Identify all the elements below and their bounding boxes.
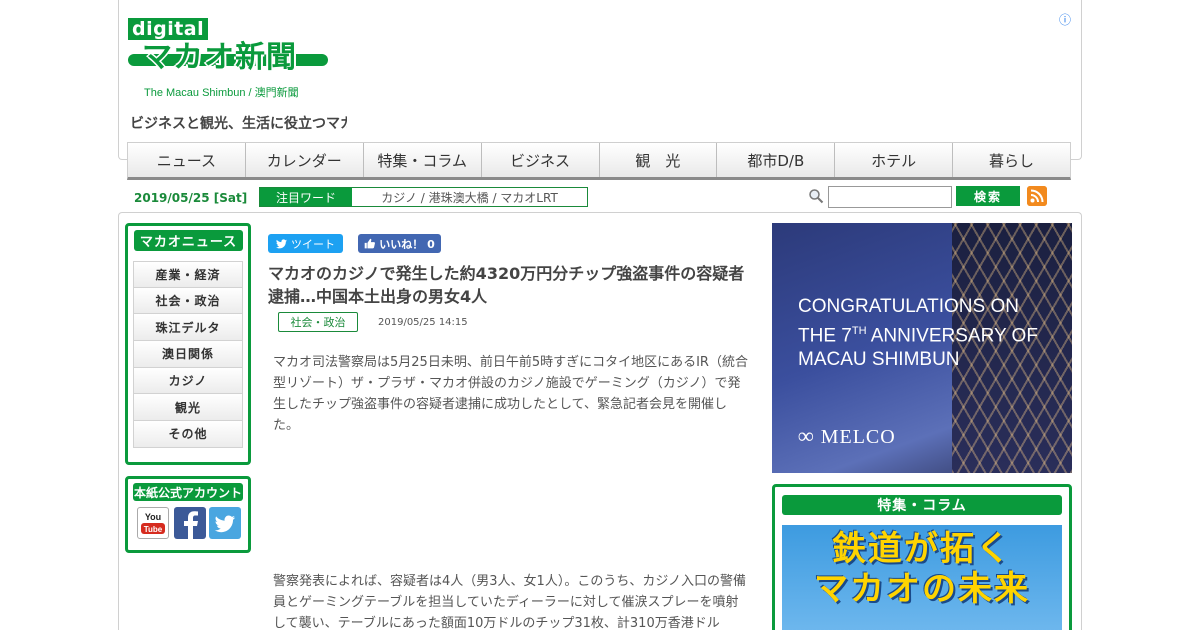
hot-words-links[interactable]: カジノ / 港珠澳大橋 / マカオLRT	[352, 188, 587, 206]
banner-line-2: THE 7TH ANNIVERSARY OF	[798, 325, 1038, 347]
category-industry-economy[interactable]: 産業・経済	[133, 261, 243, 288]
logo-digital-text: digital	[128, 18, 209, 40]
nav-item-tourism[interactable]: 観 光	[599, 143, 718, 177]
hot-words-bar: 注目ワード カジノ / 港珠澳大橋 / マカオLRT	[259, 187, 588, 207]
thumbs-up-icon	[364, 238, 376, 249]
nav-item-calendar[interactable]: カレンダー	[245, 143, 364, 177]
melco-mark-icon: ∞	[798, 423, 815, 448]
article-headline: マカオのカジノで発生した約4320万円分チップ強盗事件の容疑者逮捕…中国本土出身…	[268, 264, 745, 306]
hot-words-label: 注目ワード	[260, 188, 352, 206]
article-paragraph-2: 警察発表によれば、容疑者は4人（男3人、女1人）。このうち、カジノ入口の警備員と…	[273, 574, 747, 630]
svg-text:You: You	[145, 512, 161, 522]
svg-text:Tube: Tube	[144, 525, 163, 534]
rss-icon[interactable]	[1027, 186, 1047, 206]
like-button[interactable]: いいね！ 0	[358, 234, 441, 253]
logo-subtitle: The Macau Shimbun / 澳門新聞	[144, 87, 299, 99]
site-tagline: ビジネスと観光、生活に役立つマカ	[130, 116, 347, 132]
article-timestamp: 2019/05/25 14:15	[378, 317, 468, 328]
article-category-tag[interactable]: 社会・政治	[278, 312, 358, 332]
banner-line-3: MACAU SHIMBUN	[798, 349, 960, 371]
tweet-label: ツイート	[291, 237, 335, 251]
twitter-icon[interactable]	[209, 507, 241, 539]
article-paragraph-1: マカオ司法警察局は5月25日未明、前日午前5時すぎにコタイ地区にあるIR（統合型…	[273, 355, 748, 433]
site-logo[interactable]: digital マカオ新聞 The Macau Shimbun / 澳門新聞	[128, 18, 348, 100]
logo-main: マカオ新聞	[128, 40, 328, 76]
nav-item-news[interactable]: ニュース	[128, 143, 246, 177]
category-society-politics[interactable]: 社会・政治	[133, 287, 243, 315]
category-casino[interactable]: カジノ	[133, 367, 243, 395]
logo-title: マカオ新聞	[142, 40, 297, 75]
banner-text: CONGRATULATIONS ON THE 7TH ANNIVERSARY O…	[798, 295, 1038, 372]
news-category-title: マカオニュース	[134, 230, 243, 251]
official-accounts-title: 本紙公式アカウント	[133, 483, 243, 501]
page: digital マカオ新聞 The Macau Shimbun / 澳門新聞 ビ…	[0, 0, 1200, 630]
banner-line-1: CONGRATULATIONS ON	[798, 296, 1019, 317]
current-date: 2019/05/25 [Sat]	[134, 191, 248, 205]
feature-column-title: 特集・コラム	[782, 495, 1062, 515]
twitter-bird-icon	[276, 238, 287, 248]
category-macau-japan[interactable]: 澳日関係	[133, 341, 243, 368]
search-button[interactable]: 検索	[956, 186, 1020, 206]
feature-banner-line-1: 鉄道が拓く	[832, 529, 1012, 569]
tweet-button[interactable]: ツイート	[268, 234, 343, 253]
search-icon	[809, 189, 824, 204]
feature-banner-line-2: マカオの未来	[814, 569, 1030, 609]
main-nav: ニュース カレンダー 特集・コラム ビジネス 観 光 都市D/B ホテル 暮らし	[127, 142, 1071, 180]
category-other[interactable]: その他	[133, 421, 243, 448]
news-category-menu: 産業・経済 社会・政治 珠江デルタ 澳日関係 カジノ 観光 その他	[133, 261, 243, 448]
category-pearl-river-delta[interactable]: 珠江デルタ	[133, 314, 243, 342]
facebook-icon[interactable]	[174, 507, 206, 539]
nav-item-hotel[interactable]: ホテル	[835, 143, 954, 177]
like-label: いいね！ 0	[379, 237, 435, 251]
search-input[interactable]	[828, 186, 952, 208]
melco-logo: ∞ MELCO	[798, 423, 896, 448]
youtube-icon[interactable]: You Tube	[137, 507, 169, 539]
nav-item-city-db[interactable]: 都市D/B	[717, 143, 836, 177]
nav-item-living[interactable]: 暮らし	[953, 143, 1070, 177]
nav-item-business[interactable]: ビジネス	[481, 143, 600, 177]
nav-item-features[interactable]: 特集・コラム	[363, 143, 482, 177]
category-tourism[interactable]: 観光	[133, 394, 243, 422]
feature-railway-banner[interactable]: 鉄道が拓く マカオの未来	[782, 525, 1062, 630]
ad-info-icon[interactable]: ⓘ	[1059, 11, 1071, 28]
melco-ad-banner[interactable]: CONGRATULATIONS ON THE 7TH ANNIVERSARY O…	[772, 223, 1072, 473]
